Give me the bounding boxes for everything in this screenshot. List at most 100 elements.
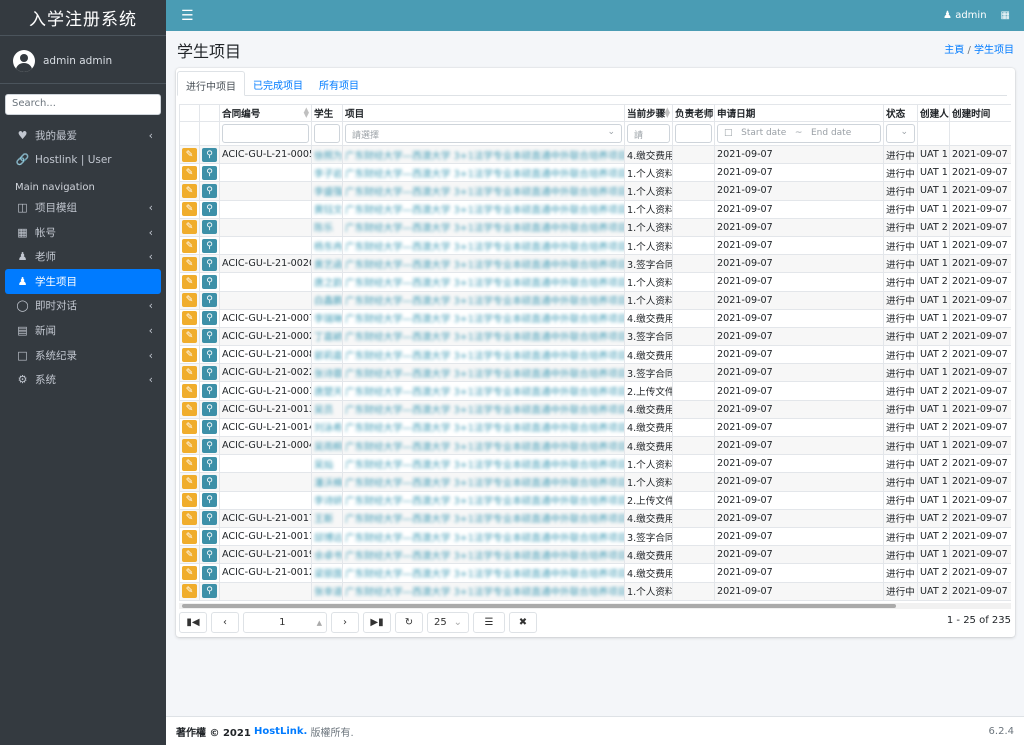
header-apply-date[interactable]: 申请日期: [714, 104, 884, 122]
refresh-button[interactable]: ↻: [395, 612, 423, 633]
header-step[interactable]: 当前步骤 ▲ ▼: [624, 104, 673, 122]
search-icon[interactable]: ⚲: [202, 420, 217, 435]
breadcrumb-current[interactable]: 学生项目: [974, 45, 1014, 56]
sidebar-item-system[interactable]: ⚙ 系统 ‹: [5, 367, 161, 392]
edit-icon[interactable]: ✎: [182, 183, 197, 198]
clear-filter-button[interactable]: ✖: [509, 612, 537, 633]
app-title[interactable]: 入学注册系统: [0, 0, 166, 36]
header-student[interactable]: 学生: [311, 104, 343, 122]
page-number-input[interactable]: 1 ▲: [243, 612, 327, 633]
edit-icon[interactable]: ✎: [182, 511, 197, 526]
breadcrumb-home[interactable]: 主頁: [944, 45, 964, 56]
sidebar-item-news[interactable]: ▤ 新闻 ‹: [5, 318, 161, 343]
edit-icon[interactable]: ✎: [182, 584, 197, 599]
search-icon[interactable]: ⚲: [202, 311, 217, 326]
sidebar-item-hostlink[interactable]: 🔗 Hostlink | User: [5, 148, 161, 173]
edit-icon[interactable]: ✎: [182, 456, 197, 471]
search-icon[interactable]: ⚲: [202, 529, 217, 544]
user-panel[interactable]: admin admin: [0, 39, 166, 84]
sidebar-item-accounts[interactable]: ▦ 帐号 ‹: [5, 220, 161, 245]
search-icon[interactable]: ⚲: [202, 220, 217, 235]
search-icon[interactable]: ⚲: [202, 493, 217, 508]
edit-icon[interactable]: ✎: [182, 347, 197, 362]
first-page-button[interactable]: ▮◀: [179, 612, 207, 633]
page-size-select[interactable]: 25 ⌄: [427, 612, 469, 633]
edit-icon[interactable]: ✎: [182, 238, 197, 253]
edit-icon[interactable]: ✎: [182, 202, 197, 217]
user-name[interactable]: admin admin: [43, 55, 112, 67]
search-icon[interactable]: ⚲: [202, 183, 217, 198]
date-range-filter[interactable]: □ Start date ~ End date: [717, 124, 881, 143]
menu-toggle-icon[interactable]: ☰: [181, 8, 194, 24]
edit-icon[interactable]: ✎: [182, 311, 197, 326]
search-icon[interactable]: ⚲: [202, 474, 217, 489]
header-creator[interactable]: 创建人: [917, 104, 950, 122]
search-icon[interactable]: ⚲: [202, 384, 217, 399]
edit-icon[interactable]: ✎: [182, 438, 197, 453]
search-icon[interactable]: ⚲: [202, 329, 217, 344]
footer-brand-link[interactable]: HostLink.: [254, 726, 307, 737]
header-teacher[interactable]: 负责老师: [672, 104, 715, 122]
next-page-button[interactable]: ›: [331, 612, 359, 633]
search-icon[interactable]: ⚲: [202, 147, 217, 162]
tab-all[interactable]: 所有项目: [311, 71, 367, 95]
search-icon[interactable]: ⚲: [202, 365, 217, 380]
teacher-filter-input[interactable]: [675, 124, 712, 143]
search-icon[interactable]: ⚲: [202, 347, 217, 362]
sidebar-item-favorites[interactable]: ♥ 我的最爱 ‹: [5, 123, 161, 148]
projects-table-wrap[interactable]: 合同编号 ▲ ▼ 学生 项目 当前步骤 ▲ ▼ 负责老师 申请日期 状态 创建人 创建时…: [179, 104, 1011, 604]
sidebar-item-projects[interactable]: ◫ 项目模组 ‹: [5, 195, 161, 220]
apps-grid-icon[interactable]: ▦: [1001, 10, 1010, 21]
search-icon[interactable]: ⚲: [202, 547, 217, 562]
edit-icon[interactable]: ✎: [182, 274, 197, 289]
sidebar-search-input[interactable]: Search...: [5, 94, 161, 115]
search-icon[interactable]: ⚲: [202, 511, 217, 526]
horizontal-scrollbar-thumb[interactable]: [182, 604, 896, 608]
edit-icon[interactable]: ✎: [182, 165, 197, 180]
edit-icon[interactable]: ✎: [182, 329, 197, 344]
search-icon[interactable]: ⚲: [202, 256, 217, 271]
edit-icon[interactable]: ✎: [182, 529, 197, 544]
header-contract[interactable]: 合同编号 ▲ ▼: [219, 104, 312, 122]
header-created[interactable]: 创建时间: [949, 104, 1011, 122]
edit-icon[interactable]: ✎: [182, 293, 197, 308]
edit-icon[interactable]: ✎: [182, 493, 197, 508]
edit-icon[interactable]: ✎: [182, 420, 197, 435]
step-filter-select[interactable]: 請: [627, 124, 670, 143]
edit-icon[interactable]: ✎: [182, 474, 197, 489]
search-icon[interactable]: ⚲: [202, 584, 217, 599]
search-icon[interactable]: ⚲: [202, 202, 217, 217]
edit-icon[interactable]: ✎: [182, 384, 197, 399]
user-menu[interactable]: ♟ admin: [943, 10, 987, 21]
edit-icon[interactable]: ✎: [182, 256, 197, 271]
sidebar-item-logs[interactable]: □ 系统纪录 ‹: [5, 343, 161, 368]
edit-icon[interactable]: ✎: [182, 565, 197, 580]
header-status[interactable]: 状态: [883, 104, 918, 122]
search-icon[interactable]: ⚲: [202, 565, 217, 580]
edit-icon[interactable]: ✎: [182, 547, 197, 562]
project-filter-select[interactable]: 請選擇 ⌄: [345, 124, 622, 143]
columns-button[interactable]: ☰: [473, 612, 505, 633]
search-icon[interactable]: ⚲: [202, 274, 217, 289]
tab-completed[interactable]: 已完成项目: [245, 71, 311, 95]
search-icon[interactable]: ⚲: [202, 238, 217, 253]
edit-icon[interactable]: ✎: [182, 220, 197, 235]
prev-page-button[interactable]: ‹: [211, 612, 239, 633]
search-icon[interactable]: ⚲: [202, 438, 217, 453]
sidebar-item-students[interactable]: ♟ 学生项目: [5, 268, 161, 294]
last-page-button[interactable]: ▶▮: [363, 612, 391, 633]
search-icon[interactable]: ⚲: [202, 293, 217, 308]
student-filter-input[interactable]: [314, 124, 340, 143]
contract-filter-input[interactable]: [222, 124, 309, 143]
header-project[interactable]: 项目: [342, 104, 625, 122]
tab-in-progress[interactable]: 进行中项目: [177, 71, 245, 96]
sidebar-item-teachers[interactable]: ♟ 老师 ‹: [5, 244, 161, 269]
edit-icon[interactable]: ✎: [182, 402, 197, 417]
status-filter-select[interactable]: ⌄: [886, 124, 915, 143]
search-icon[interactable]: ⚲: [202, 456, 217, 471]
edit-icon[interactable]: ✎: [182, 147, 197, 162]
search-icon[interactable]: ⚲: [202, 402, 217, 417]
edit-icon[interactable]: ✎: [182, 365, 197, 380]
search-icon[interactable]: ⚲: [202, 165, 217, 180]
sidebar-item-chat[interactable]: ◯ 即时对话 ‹: [5, 294, 161, 319]
